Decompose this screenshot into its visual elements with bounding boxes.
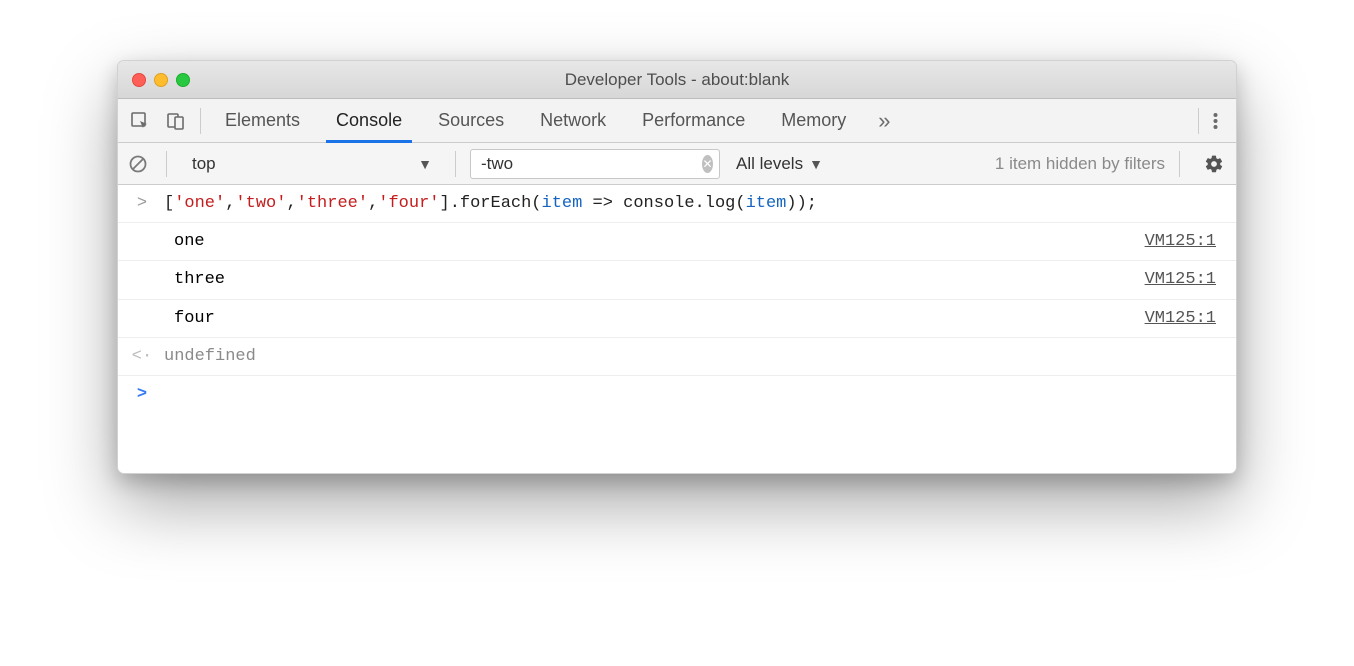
levels-label: All levels [736, 154, 803, 174]
source-link[interactable]: VM125:1 [1145, 228, 1236, 255]
settings-menu-button[interactable] [1205, 111, 1232, 131]
window-titlebar: Developer Tools - about:blank [118, 61, 1236, 99]
log-text: three [160, 266, 1145, 293]
clear-console-icon[interactable] [124, 150, 152, 178]
console-log-row: oneVM125:1 [118, 223, 1236, 261]
more-tabs-button[interactable]: » [868, 108, 900, 134]
tab-elements[interactable]: Elements [207, 99, 318, 142]
context-label: top [192, 154, 216, 174]
tab-network[interactable]: Network [522, 99, 624, 142]
window-minimize-button[interactable] [154, 73, 168, 87]
tab-console[interactable]: Console [318, 99, 420, 142]
console-output: > ['one','two','three','four'].forEach(i… [118, 185, 1236, 473]
window-close-button[interactable] [132, 73, 146, 87]
filter-input[interactable] [481, 154, 702, 174]
devtools-window: Developer Tools - about:blank ElementsCo… [117, 60, 1237, 474]
console-settings-icon[interactable] [1198, 148, 1230, 180]
console-empty-area[interactable] [118, 413, 1236, 473]
filter-input-container[interactable]: ✕ [470, 149, 720, 179]
divider [166, 151, 167, 177]
return-value: undefined [160, 343, 1236, 370]
tab-memory[interactable]: Memory [763, 99, 864, 142]
chevron-down-icon: ▼ [418, 156, 432, 172]
log-levels-selector[interactable]: All levels ▼ [728, 154, 831, 174]
console-input-row: > ['one','two','three','four'].forEach(i… [118, 185, 1236, 223]
console-log-row: fourVM125:1 [118, 300, 1236, 338]
traffic-lights [118, 73, 190, 87]
console-log-row: threeVM125:1 [118, 261, 1236, 299]
inspect-element-icon[interactable] [122, 107, 158, 135]
hidden-by-filters-message: 1 item hidden by filters [995, 154, 1165, 174]
tab-performance[interactable]: Performance [624, 99, 763, 142]
source-link[interactable]: VM125:1 [1145, 305, 1236, 332]
panel-tabs: ElementsConsoleSourcesNetworkPerformance… [207, 99, 864, 142]
source-link[interactable]: VM125:1 [1145, 266, 1236, 293]
device-toolbar-icon[interactable] [158, 107, 194, 135]
console-prompt-row[interactable]: > [118, 376, 1236, 413]
chevron-down-icon: ▼ [809, 156, 823, 172]
log-text: four [160, 305, 1145, 332]
tab-sources[interactable]: Sources [420, 99, 522, 142]
divider [1198, 108, 1199, 134]
log-text: one [160, 228, 1145, 255]
divider [1179, 151, 1180, 177]
divider [455, 151, 456, 177]
divider [200, 108, 201, 134]
clear-filter-icon[interactable]: ✕ [702, 155, 713, 173]
return-chevron-icon: <· [124, 343, 160, 370]
console-toolbar: top ▼ ✕ All levels ▼ 1 item hidden by fi… [118, 143, 1236, 185]
window-zoom-button[interactable] [176, 73, 190, 87]
window-title: Developer Tools - about:blank [118, 70, 1236, 90]
input-chevron-icon: > [124, 190, 160, 217]
console-input-code[interactable]: ['one','two','three','four'].forEach(ite… [160, 190, 1236, 217]
console-return-row: <· undefined [118, 338, 1236, 376]
execution-context-selector[interactable]: top ▼ [181, 149, 441, 179]
devtools-tabstrip: ElementsConsoleSourcesNetworkPerformance… [118, 99, 1236, 143]
prompt-chevron-icon: > [124, 381, 160, 408]
